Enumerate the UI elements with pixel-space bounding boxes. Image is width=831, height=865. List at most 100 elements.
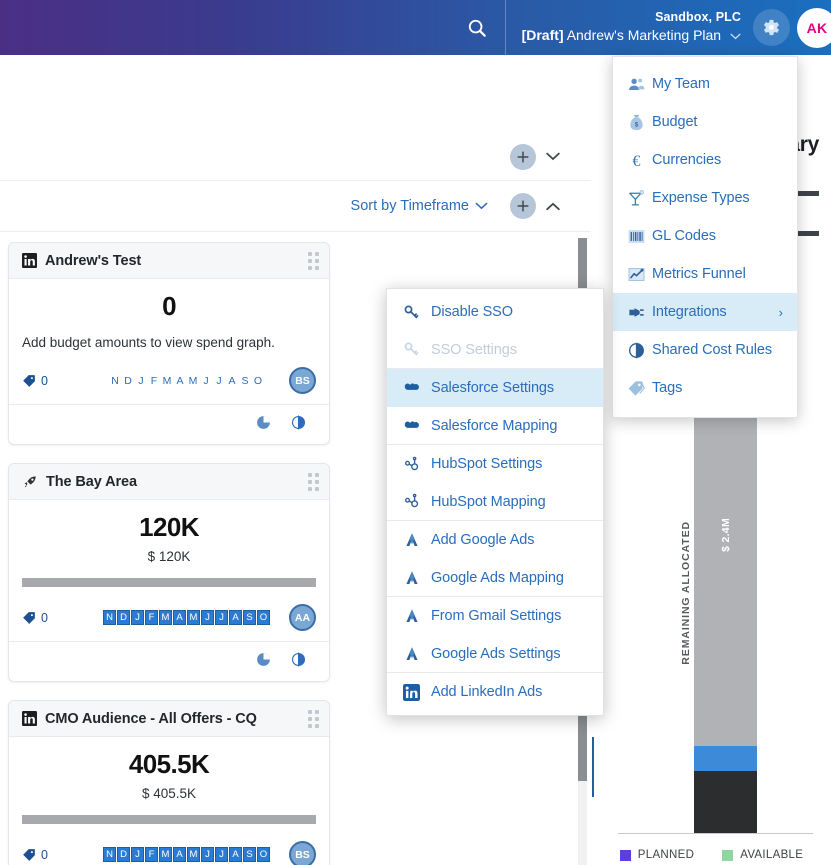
month-cell: S [243,847,256,862]
card-header: The Bay Area [9,464,329,500]
month-strip[interactable]: N D J F M A M J J A S O [84,847,289,862]
avatar[interactable]: BS [289,367,316,394]
menu-item-label: Shared Cost Rules [652,342,772,358]
submenu-item-label: HubSpot Mapping [431,493,546,510]
month-strip[interactable]: N D J F M A M J J A S O [84,375,289,387]
add-item-button-sort[interactable] [510,193,536,219]
submenu-item-salesforce-settings[interactable]: Salesforce Settings [387,369,603,407]
legend-label: PLANNED [637,849,695,861]
drag-handle-icon[interactable] [308,251,319,270]
pie-chart-icon [257,415,270,429]
submenu-item-label: Add Google Ads [431,532,535,548]
card-subvalue: $ 120K [147,549,191,564]
menu-item-my-team[interactable]: My Team [613,65,797,103]
menu-item-label: Expense Types [652,190,750,206]
month-cell: M [187,847,200,862]
submenu-item-label: HubSpot Settings [431,456,543,472]
list-item[interactable]: Andrew's Test 0 Add budget amounts to vi… [8,242,330,445]
avatar[interactable]: AA [289,604,316,631]
search-button[interactable] [449,0,505,55]
budget-progress-bar [22,815,316,824]
plus-icon [517,200,529,212]
legend-item-planned[interactable]: PLANNED [619,849,695,861]
submenu-item-hubspot-settings[interactable]: HubSpot Settings [387,445,603,483]
card-footer [9,641,329,681]
tag-count[interactable]: 0 [22,611,84,625]
menu-item-label: Integrations [652,304,727,320]
money-bag-icon: $ [627,113,652,132]
menu-item-gl-codes[interactable]: GL Codes [613,217,797,255]
list-item[interactable]: CMO Audience - All Offers - CQ 405.5K $ … [8,700,330,865]
menu-item-budget[interactable]: $ Budget [613,103,797,141]
menu-item-metrics-funnel[interactable]: Metrics Funnel [613,255,797,293]
card-body: 405.5K $ 405.5K 0 N D J F M A M J J A S … [9,737,329,865]
tag-count[interactable]: 0 [22,374,84,388]
add-item-button-top[interactable] [510,143,536,170]
integrations-submenu: Disable SSO SSO Settings Salesforce Sett… [386,288,604,716]
drag-handle-icon[interactable] [308,472,319,491]
hubspot-icon [403,456,431,473]
month-cell: J [131,610,144,625]
collapse-toggle-top[interactable] [540,144,566,170]
submenu-item-label: Salesforce Settings [431,380,555,396]
month-cell: F [145,610,158,625]
split-chart-button[interactable] [290,414,307,436]
card-value: 0 [162,291,176,321]
menu-item-integrations[interactable]: Integrations › [613,293,797,331]
key-icon [403,304,431,321]
bar-segment-planned[interactable] [694,746,757,771]
month-strip[interactable]: N D J F M A M J J A S O [84,610,289,625]
pie-chart-button[interactable] [255,414,272,436]
sort-by-timeframe-dropdown[interactable]: Sort by Timeframe [351,198,488,214]
google-ads-icon [403,607,431,625]
menu-item-label: Tags [652,380,683,396]
bar-segment-spent[interactable] [694,771,757,833]
tag-count[interactable]: 0 [22,848,84,862]
month-cell: J [216,374,222,387]
submenu-item-label: Disable SSO [431,304,513,320]
pie-chart-icon [257,652,270,666]
split-chart-button[interactable] [290,651,307,673]
submenu-item-add-google-ads[interactable]: Add Google Ads [387,521,603,559]
list-item[interactable]: The Bay Area 120K $ 120K 0 N D J F M A M… [8,463,330,682]
cocktail-icon [627,189,652,208]
submenu-item-label: Google Ads Mapping [431,569,564,586]
settings-gear-button[interactable] [753,9,790,46]
submenu-item-hubspot-mapping[interactable]: HubSpot Mapping [387,483,603,521]
submenu-item-disable-sso[interactable]: Disable SSO [387,293,603,331]
menu-item-expense-types[interactable]: Expense Types [613,179,797,217]
submenu-item-from-gmail-settings[interactable]: From Gmail Settings [387,597,603,635]
team-icon [627,75,652,94]
month-cell: D [117,610,130,625]
menu-item-label: Budget [652,114,698,130]
menu-item-currencies[interactable]: € Currencies [613,141,797,179]
submenu-item-salesforce-mapping[interactable]: Salesforce Mapping [387,407,603,445]
drag-handle-icon[interactable] [308,709,319,728]
month-cell: N [103,610,116,625]
card-footer [9,404,329,444]
legend-item-available[interactable]: AVAILABLE [722,849,803,861]
submenu-item-google-ads-settings[interactable]: Google Ads Settings [387,635,603,673]
month-cell: A [228,374,236,387]
plus-icon [517,151,529,162]
submenu-item-google-ads-mapping[interactable]: Google Ads Mapping [387,559,603,597]
month-cell: J [201,847,214,862]
submenu-item-sso-settings: SSO Settings [387,331,603,369]
submenu-item-add-linkedin-ads[interactable]: Add LinkedIn Ads [387,673,603,711]
user-avatar[interactable]: AK [797,7,831,48]
key-icon [403,341,431,358]
collapse-toggle-sort[interactable] [540,193,566,219]
top-header-bar: Sandbox, PLC [Draft] Andrew's Marketing … [0,0,831,55]
pie-chart-button[interactable] [255,651,272,673]
month-cell: A [173,610,186,625]
month-cell: S [243,610,256,625]
avatar[interactable]: BS [289,841,316,865]
chevron-down-icon [475,202,488,210]
google-ads-icon [403,569,431,587]
salesforce-icon [403,379,431,397]
legend-swatch [722,849,734,861]
menu-item-tags[interactable]: Tags [613,369,797,407]
menu-item-shared-cost-rules[interactable]: Shared Cost Rules [613,331,797,369]
plan-selector[interactable]: Sandbox, PLC [Draft] Andrew's Marketing … [506,0,753,55]
submenu-item-label: SSO Settings [431,341,517,358]
